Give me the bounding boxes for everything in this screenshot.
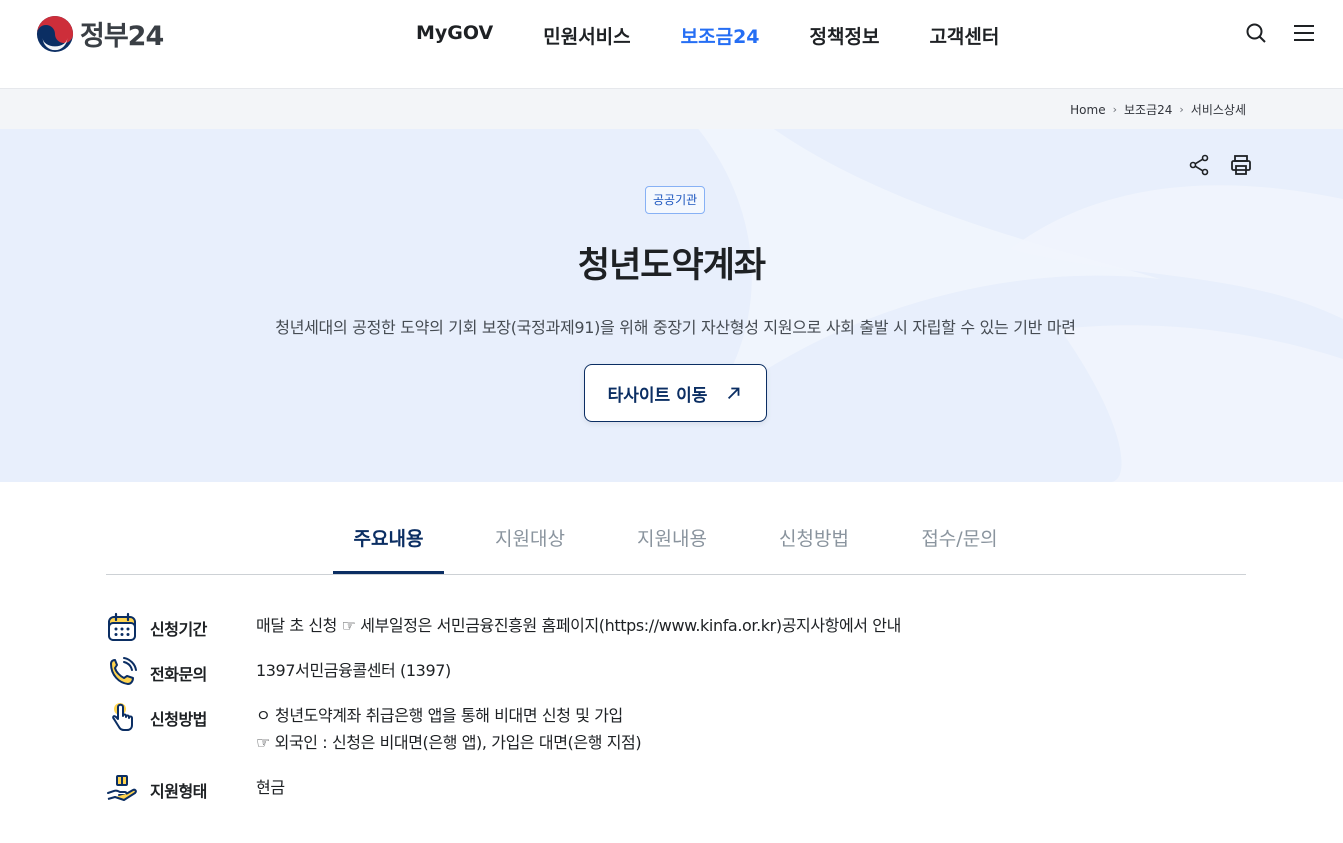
breadcrumb-home[interactable]: Home: [1070, 103, 1105, 117]
chevron-right-icon: ›: [1112, 103, 1117, 116]
tab-eligibility[interactable]: 지원대상: [476, 524, 584, 574]
detail-tabs: 주요내용 지원대상 지원내용 신청방법 접수/문의: [106, 510, 1246, 575]
info-value: 1397서민금융콜센터 (1397): [256, 661, 451, 680]
tab-main-content[interactable]: 주요내용: [333, 524, 444, 574]
breadcrumb-current: 서비스상세: [1190, 103, 1246, 117]
hero-actions: [1187, 153, 1253, 177]
info-value: 현금: [256, 778, 285, 797]
nav-item-mygov[interactable]: MyGOV: [416, 22, 493, 49]
service-description: 청년세대의 공정한 도약의 기회 보장(국정과제91)을 위해 중장기 자산형성…: [275, 318, 1076, 337]
print-button[interactable]: [1229, 153, 1253, 177]
info-value-multiline: ㅇ 청년도약계좌 취급은행 앱을 통해 비대면 신청 및 가입 ☞ 외국인 : …: [256, 702, 642, 756]
breadcrumb-subsidy24[interactable]: 보조금24: [1124, 101, 1172, 118]
site-header: 정부24 MyGOV 민원서비스 보조금24 정책정보 고객센터: [0, 0, 1343, 89]
hamburger-menu-icon[interactable]: [1292, 21, 1316, 45]
info-label: 지원형태: [150, 782, 207, 801]
nav-item-customer-center[interactable]: 고객센터: [929, 22, 999, 49]
info-value-line: ㅇ 청년도약계좌 취급은행 앱을 통해 비대면 신청 및 가입: [256, 706, 623, 725]
info-label: 신청기간: [150, 620, 207, 639]
service-title: 청년도약계좌: [577, 246, 766, 286]
share-icon: [1189, 154, 1209, 176]
tab-contact[interactable]: 접수/문의: [902, 524, 1017, 574]
gov24-logo[interactable]: 정부24: [36, 14, 164, 53]
service-hero: 공공기관 청년도약계좌 청년세대의 공정한 도약의 기회 보장(국정과제91)을…: [0, 129, 1343, 482]
external-site-button-label: 타사이트 이동: [607, 385, 708, 406]
nav-item-civil-service[interactable]: 민원서비스: [543, 22, 630, 49]
nav-item-subsidy24[interactable]: 보조금24: [681, 22, 760, 49]
info-value-line: ☞ 외국인 : 신청은 비대면(은행 앱), 가입은 대면(은행 지점): [256, 733, 642, 752]
tab-support-content[interactable]: 지원내용: [618, 524, 726, 574]
search-icon[interactable]: [1244, 21, 1268, 45]
taegeuk-logo-icon: [36, 15, 74, 52]
nav-item-policy-info[interactable]: 정책정보: [810, 22, 880, 49]
phone-icon: [110, 657, 137, 685]
logo-text: 정부24: [80, 21, 164, 52]
calendar-icon: [108, 612, 136, 641]
print-icon: [1231, 155, 1251, 175]
main-nav: MyGOV 민원서비스 보조금24 정책정보 고객센터: [416, 22, 1049, 49]
info-label: 전화문의: [150, 665, 207, 684]
hand-gift-icon: [107, 775, 137, 801]
share-button[interactable]: [1187, 153, 1211, 177]
external-site-button[interactable]: 타사이트 이동: [584, 364, 767, 422]
tab-application-method[interactable]: 신청방법: [760, 524, 868, 574]
agency-type-badge: 공공기관: [645, 186, 706, 214]
info-phone: 전화문의 1397서민금융콜센터 (1397): [106, 656, 451, 688]
info-support-type: 지원형태 현금: [106, 773, 285, 805]
info-label: 신청방법: [150, 710, 207, 729]
breadcrumb-bar: Home › 보조금24 › 서비스상세: [0, 89, 1343, 129]
info-value: 매달 초 신청 ☞ 세부일정은 서민금융진흥원 홈페이지(https://www…: [256, 616, 901, 635]
chevron-right-icon: ›: [1179, 103, 1184, 116]
breadcrumb: Home › 보조금24 › 서비스상세: [1070, 101, 1246, 118]
info-application-period: 신청기간 매달 초 신청 ☞ 세부일정은 서민금융진흥원 홈페이지(https:…: [106, 611, 901, 643]
arrow-up-right-icon: [728, 387, 740, 400]
hero-background-decoration: [698, 129, 1343, 482]
hand-pointer-icon: [112, 703, 133, 731]
info-application-method: 신청방법 ㅇ 청년도약계좌 취급은행 앱을 통해 비대면 신청 및 가입 ☞ 외…: [106, 701, 642, 756]
